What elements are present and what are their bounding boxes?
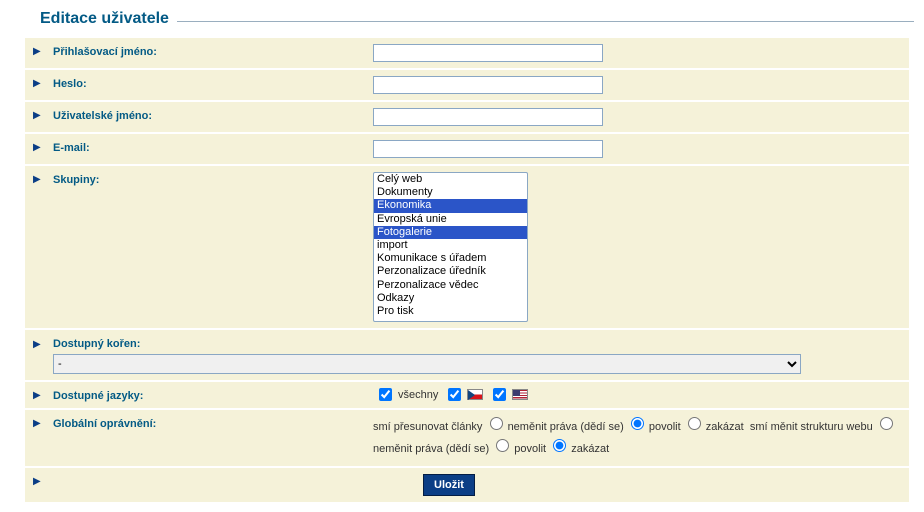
page-header: Editace uživatele (10, 10, 914, 28)
chevron-right-icon: ▶ (33, 76, 53, 89)
groups-option[interactable]: Celý web (374, 173, 527, 186)
lang-cz-checkbox[interactable] (448, 388, 461, 401)
chevron-right-icon: ▶ (33, 172, 53, 185)
perm-move-label: smí přesunovat články (373, 421, 482, 433)
row-permissions: ▶ Globální oprávnění: smí přesunovat člá… (25, 410, 909, 466)
lang-all-checkbox[interactable] (379, 388, 392, 401)
chevron-right-icon: ▶ (33, 416, 53, 429)
groups-option[interactable]: Odkazy (374, 292, 527, 305)
label-login: Přihlašovací jméno: (53, 44, 373, 58)
perm-deny-label: zakázat (706, 421, 744, 433)
groups-option[interactable]: Pro tisk (374, 305, 527, 318)
root-select[interactable]: - (53, 354, 801, 374)
groups-select[interactable]: Celý webDokumentyEkonomikaEvropská unieF… (373, 172, 528, 322)
row-languages: ▶ Dostupné jazyky: všechny (25, 382, 909, 408)
login-input[interactable] (373, 44, 603, 62)
label-groups: Skupiny: (53, 172, 373, 186)
flag-cz-icon (467, 389, 483, 400)
label-email: E-mail: (53, 140, 373, 154)
perm-move-line: smí přesunovat články neměnit práva (děd… (373, 416, 901, 460)
groups-option[interactable]: Ekonomika (374, 199, 527, 212)
row-groups: ▶ Skupiny: Celý webDokumentyEkonomikaEvr… (25, 166, 909, 328)
save-button[interactable]: Uložit (423, 474, 475, 496)
chevron-right-icon: ▶ (33, 44, 53, 57)
row-root: ▶ Dostupný kořen: - (25, 330, 909, 380)
password-input[interactable] (373, 76, 603, 94)
perm-struct-inherit-radio[interactable] (880, 417, 893, 430)
lang-all-label: všechny (398, 389, 438, 401)
perm-move-allow-radio[interactable] (631, 417, 644, 430)
perm-allow-label: povolit (649, 421, 681, 433)
user-edit-form: ▶ Přihlašovací jméno: ▶ Heslo: ▶ Uživate… (25, 38, 909, 502)
chevron-right-icon: ▶ (33, 337, 53, 350)
label-permissions: Globální oprávnění: (53, 416, 373, 430)
page-title: Editace uživatele (10, 10, 177, 28)
header-divider (177, 21, 914, 22)
groups-option[interactable]: Dokumenty (374, 186, 527, 199)
lang-us-checkbox[interactable] (493, 388, 506, 401)
row-login: ▶ Přihlašovací jméno: (25, 38, 909, 68)
perm-inherit-label2: neměnit práva (dědí se) (373, 443, 489, 455)
chevron-right-icon: ▶ (33, 474, 53, 496)
groups-option[interactable]: import (374, 239, 527, 252)
chevron-right-icon: ▶ (33, 388, 53, 401)
perm-allow-label2: povolit (514, 443, 546, 455)
perm-move-deny-radio[interactable] (688, 417, 701, 430)
flag-us-icon (512, 389, 528, 400)
username-input[interactable] (373, 108, 603, 126)
row-submit: ▶ Uložit (25, 468, 909, 502)
chevron-right-icon: ▶ (33, 108, 53, 121)
label-root: Dostupný kořen: (53, 336, 901, 350)
email-input[interactable] (373, 140, 603, 158)
label-username: Uživatelské jméno: (53, 108, 373, 122)
row-username: ▶ Uživatelské jméno: (25, 102, 909, 132)
perm-struct-allow-radio[interactable] (496, 439, 509, 452)
label-languages: Dostupné jazyky: (53, 388, 373, 402)
groups-option[interactable]: Perzonalizace vědec (374, 279, 527, 292)
perm-inherit-label: neměnit práva (dědí se) (508, 421, 624, 433)
perm-struct-label: smí měnit strukturu webu (750, 421, 873, 433)
groups-option[interactable]: Komunikace s úřadem (374, 252, 527, 265)
groups-option[interactable]: Perzonalizace úředník (374, 265, 527, 278)
perm-deny-label2: zakázat (571, 443, 609, 455)
row-email: ▶ E-mail: (25, 134, 909, 164)
row-password: ▶ Heslo: (25, 70, 909, 100)
groups-option[interactable]: Evropská unie (374, 213, 527, 226)
perm-move-inherit-radio[interactable] (490, 417, 503, 430)
perm-struct-deny-radio[interactable] (553, 439, 566, 452)
label-password: Heslo: (53, 76, 373, 90)
chevron-right-icon: ▶ (33, 140, 53, 153)
groups-option[interactable]: Fotogalerie (374, 226, 527, 239)
